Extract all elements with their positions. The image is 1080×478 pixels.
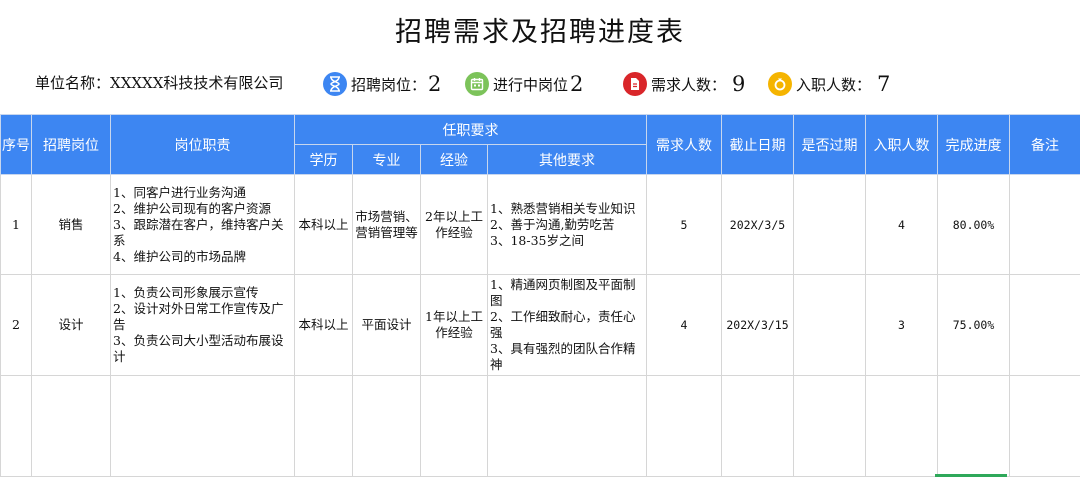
- cell-empty[interactable]: [294, 375, 353, 477]
- cell-expired[interactable]: [793, 174, 866, 275]
- cell-progress[interactable]: 80.00%: [937, 174, 1010, 275]
- in-progress-summary: 进行中岗位 2: [465, 72, 583, 96]
- cell-expired[interactable]: [793, 274, 866, 376]
- cell-education[interactable]: 本科以上: [294, 274, 353, 376]
- cell-empty[interactable]: [110, 375, 295, 477]
- summary-bar: 单位名称： XXXXX科技技术有限公司 招聘岗位： 2 进行中岗位 2 需求人数…: [0, 72, 1080, 100]
- cell-duty[interactable]: 1、同客户进行业务沟通 2、维护公司现有的客户资源 3、跟踪潜在客户，维持客户关…: [110, 174, 295, 275]
- cell-other[interactable]: 1、熟悉营销相关专业知识 2、善于沟通,勤劳吃苦 3、18-35岁之间: [487, 174, 647, 275]
- cell-position[interactable]: 销售: [31, 174, 111, 275]
- cell-hired[interactable]: 3: [865, 274, 938, 376]
- company-info: 单位名称： XXXXX科技技术有限公司: [35, 72, 283, 93]
- demand-value: 9: [732, 72, 746, 96]
- cell-empty[interactable]: [487, 375, 647, 477]
- document-icon: [623, 72, 647, 96]
- cell-note[interactable]: [1009, 274, 1080, 376]
- cell-position[interactable]: 设计: [31, 274, 111, 376]
- cell-index[interactable]: 2: [0, 274, 32, 376]
- cell-empty[interactable]: [865, 375, 938, 477]
- header-education: 学历: [294, 144, 353, 175]
- in-progress-label: 进行中岗位: [493, 75, 569, 94]
- positions-summary: 招聘岗位： 2: [323, 72, 441, 96]
- header-demand: 需求人数: [646, 114, 722, 175]
- cell-empty[interactable]: [352, 375, 421, 477]
- cell-duty[interactable]: 1、负责公司形象展示宣传 2、设计对外日常工作宣传及广告 3、负责公司大小型活动…: [110, 274, 295, 376]
- cell-index[interactable]: 1: [0, 174, 32, 275]
- cell-experience[interactable]: 1年以上工作经验: [420, 274, 488, 376]
- cell-note[interactable]: [1009, 174, 1080, 275]
- cell-hired[interactable]: 4: [865, 174, 938, 275]
- cell-demand[interactable]: 4: [646, 274, 722, 376]
- calendar-icon: [465, 72, 489, 96]
- header-progress: 完成进度: [937, 114, 1010, 175]
- header-requirements: 任职要求: [294, 114, 647, 145]
- cell-empty[interactable]: [1009, 375, 1080, 477]
- page-title: 招聘需求及招聘进度表: [395, 17, 685, 48]
- company-name: XXXXX科技技术有限公司: [110, 74, 284, 92]
- header-expired: 是否过期: [793, 114, 866, 175]
- recruitment-table: 序号 招聘岗位 岗位职责 任职要求 需求人数 截止日期 是否过期 入职人数 完成…: [0, 114, 1080, 477]
- selection-indicator: [935, 474, 1007, 477]
- cell-empty[interactable]: [646, 375, 722, 477]
- positions-value: 2: [428, 72, 442, 96]
- cell-major[interactable]: 市场营销、营销管理等: [352, 174, 421, 275]
- demand-label: 需求人数：: [651, 75, 727, 94]
- cell-deadline[interactable]: 202X/3/5: [721, 174, 794, 275]
- cell-empty[interactable]: [31, 375, 111, 477]
- company-label: 单位名称：: [35, 74, 111, 92]
- hourglass-icon: [323, 72, 347, 96]
- hired-summary: 入职人数： 7: [768, 72, 890, 96]
- table-row-empty: [0, 375, 1080, 477]
- cell-other[interactable]: 1、精通网页制图及平面制图 2、工作细致耐心，责任心强 3、具有强烈的团队合作精…: [487, 274, 647, 376]
- cell-empty[interactable]: [420, 375, 488, 477]
- hired-value: 7: [877, 72, 891, 96]
- cell-experience[interactable]: 2年以上工作经验: [420, 174, 488, 275]
- header-hired: 入职人数: [865, 114, 938, 175]
- cell-empty[interactable]: [721, 375, 794, 477]
- cell-demand[interactable]: 5: [646, 174, 722, 275]
- in-progress-value: 2: [570, 72, 584, 96]
- demand-summary: 需求人数： 9: [623, 72, 745, 96]
- positions-label: 招聘岗位：: [351, 75, 427, 94]
- cell-deadline[interactable]: 202X/3/15: [721, 274, 794, 376]
- cell-empty[interactable]: [793, 375, 866, 477]
- header-other: 其他要求: [487, 144, 647, 175]
- hired-label: 入职人数：: [796, 75, 872, 94]
- header-major: 专业: [352, 144, 421, 175]
- header-note: 备注: [1009, 114, 1080, 175]
- cell-progress[interactable]: 75.00%: [937, 274, 1010, 376]
- table-row: 1 销售 1、同客户进行业务沟通 2、维护公司现有的客户资源 3、跟踪潜在客户，…: [0, 174, 1080, 275]
- ring-icon: [768, 72, 792, 96]
- cell-empty[interactable]: [0, 375, 32, 477]
- table-row: 2 设计 1、负责公司形象展示宣传 2、设计对外日常工作宣传及广告 3、负责公司…: [0, 274, 1080, 376]
- header-experience: 经验: [420, 144, 488, 175]
- cell-education[interactable]: 本科以上: [294, 174, 353, 275]
- header-duty: 岗位职责: [110, 114, 295, 175]
- header-deadline: 截止日期: [721, 114, 794, 175]
- header-position: 招聘岗位: [31, 114, 111, 175]
- cell-empty[interactable]: [937, 375, 1010, 477]
- cell-major[interactable]: 平面设计: [352, 274, 421, 376]
- header-index: 序号: [0, 114, 32, 175]
